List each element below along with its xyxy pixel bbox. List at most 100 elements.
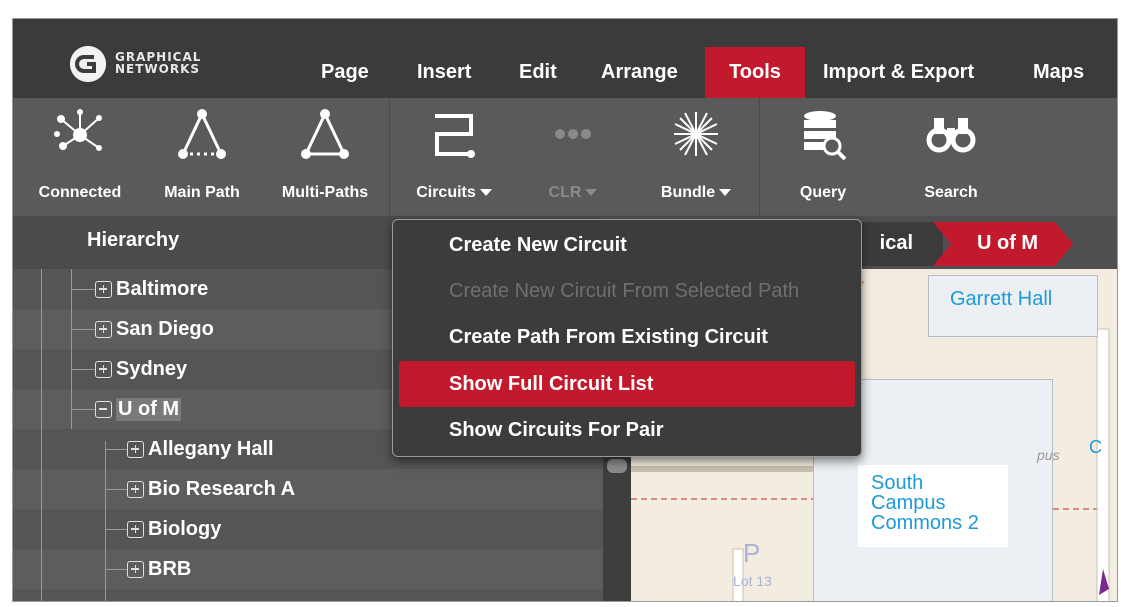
tree-row [13,469,603,509]
tree-node-bio-research-a[interactable]: Bio Research A [127,478,295,500]
clr-text: CLR [548,184,582,201]
menu-bar: GRAPHICAL NETWORKS Page Insert Edit Arra… [13,19,1117,98]
map-label-south: South [871,472,924,494]
breadcrumb-current-label: U of M [977,232,1039,254]
tree-guide-line [71,269,72,429]
menu-item-create-from-selected-path: Create New Circuit From Selected Path [449,280,800,302]
tree-node-label: San Diego [116,317,214,340]
map-label-commons-2: Commons 2 [871,512,979,534]
tree-node-label: Biology [148,517,222,540]
binoculars-icon [926,118,976,153]
menu-arrange[interactable]: Arrange [589,47,690,98]
toolbar-separator [389,98,390,216]
query-label: Query [799,184,847,201]
tree-node-label: U of M [116,397,182,421]
main-path-label: Main Path [164,184,240,201]
query-button[interactable]: Query [771,98,875,216]
breadcrumb-physical-label: ical [879,232,913,254]
tree-connector [71,369,95,370]
expand-plus-icon[interactable] [127,520,144,538]
ribbon-toolbar: Connected Main Path Multi-Paths Circuits… [13,98,1117,216]
tree-node-brb[interactable]: BRB [127,558,191,580]
circuits-label: Circuits [399,184,509,202]
menu-tools[interactable]: Tools [705,47,805,98]
scrollbar-thumb[interactable] [607,459,627,473]
tree-connector [105,529,127,530]
connected-network-icon [54,109,102,151]
clr-dots-icon [555,129,591,139]
tree-node-label: Baltimore [116,277,209,300]
graphical-networks-logo: GRAPHICAL NETWORKS [70,46,270,82]
bundle-text: Bundle [660,184,716,201]
menu-page[interactable]: Page [309,47,381,98]
tree-node-label: Bio Research A [148,477,296,500]
tree-row [13,509,603,549]
expand-plus-icon[interactable] [127,480,144,498]
tree-connector [105,489,127,490]
tree-node-u-of-m[interactable]: U of M [95,397,182,421]
hierarchy-title: Hierarchy [87,229,180,251]
app-window: GRAPHICAL NETWORKS Page Insert Edit Arra… [12,18,1118,602]
menu-maps[interactable]: Maps [1021,47,1096,98]
clr-label: CLR [523,184,623,202]
circuits-button[interactable]: Circuits [399,98,509,216]
expand-plus-icon[interactable] [95,320,112,338]
expand-plus-icon[interactable] [95,360,112,378]
connected-label: Connected [38,184,122,201]
map-label-pus: pus [1037,447,1060,463]
expand-plus-icon[interactable] [127,440,144,458]
toolbar-separator [759,98,760,216]
chevron-down-icon [719,189,732,197]
main-path-triangle-icon [178,109,226,159]
menu-item-create-new-circuit[interactable]: Create New Circuit [399,222,855,268]
main-path-button[interactable]: Main Path [147,98,257,216]
menu-item-show-circuits-for-pair[interactable]: Show Circuits For Pair [399,407,855,453]
tree-guide-line [41,269,42,601]
menu-item-create-path-from-circuit[interactable]: Create Path From Existing Circuit [399,314,855,360]
tree-node-baltimore[interactable]: Baltimore [95,278,208,300]
tree-node-label: BRB [148,557,192,580]
circuits-icon [435,114,475,158]
logo-mark-icon [70,46,106,82]
tree-node-sydney[interactable]: Sydney [95,358,187,380]
bundle-starburst-icon [674,112,718,156]
tree-row [13,549,603,589]
tree-node-label: Allegany Hall [148,437,274,460]
map-label-partial-c: C [1089,437,1102,457]
connected-button[interactable]: Connected [25,98,135,216]
menu-edit[interactable]: Edit [507,47,569,98]
tree-connector [71,329,95,330]
search-button[interactable]: Search [899,98,1003,216]
search-label: Search [924,184,978,201]
menu-insert[interactable]: Insert [405,47,483,98]
circuits-text: Circuits [416,184,476,201]
map-lot-label: Lot 13 [733,573,772,589]
clr-button: CLR [523,98,623,216]
multi-paths-button[interactable]: Multi-Paths [265,98,385,216]
expand-plus-icon[interactable] [127,560,144,578]
tree-connector [105,449,127,450]
map-parking-label: P [743,538,761,568]
multi-paths-label: Multi-Paths [281,184,369,201]
tree-node-san-diego[interactable]: San Diego [95,318,214,340]
circuits-dropdown-menu: Create New Circuit Create New Circuit Fr… [392,219,862,457]
bundle-button[interactable]: Bundle [641,98,751,216]
chevron-down-icon [585,189,598,197]
database-query-icon [804,111,847,161]
menu-item-show-full-circuit-list[interactable]: Show Full Circuit List [399,361,855,407]
tree-guide-line [105,441,106,601]
logo-text-line2: NETWORKS [115,62,201,76]
tree-connector [71,409,95,410]
tree-node-label: Sydney [116,357,188,380]
tree-connector [105,569,127,570]
map-label-garrett-hall: Garrett Hall [950,288,1053,310]
tree-node-allegany-hall[interactable]: Allegany Hall [127,438,274,460]
chevron-down-icon [479,189,492,197]
expand-plus-icon[interactable] [95,280,112,298]
tree-node-biology[interactable]: Biology [127,518,221,540]
map-label-campus: Campus [871,492,946,514]
menu-import-export[interactable]: Import & Export [811,47,986,98]
multi-paths-triangle-icon [301,109,349,159]
collapse-minus-icon[interactable] [95,400,112,418]
breadcrumb-current[interactable]: U of M [933,222,1073,266]
